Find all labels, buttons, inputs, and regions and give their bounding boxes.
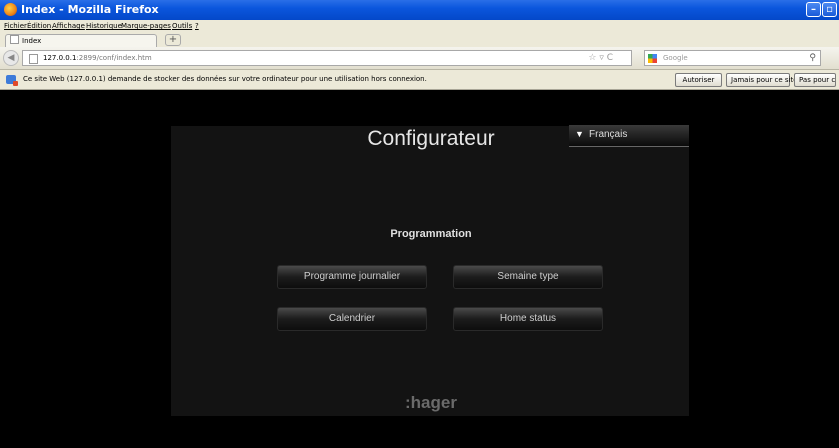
page-icon: [10, 35, 19, 44]
navigation-bar: ◀ 127.0.0.1:2899/conf/index.htm ☆ ▿ C Go…: [0, 47, 839, 70]
new-tab-button[interactable]: +: [165, 34, 181, 46]
section-title: Programmation: [390, 228, 472, 240]
tab-strip: Index +: [0, 32, 839, 47]
language-value: Français: [589, 129, 628, 140]
minimize-button[interactable]: –: [806, 2, 821, 17]
menu-historique[interactable]: Historique: [86, 22, 122, 30]
window-title: Index - Mozilla Firefox: [21, 3, 159, 16]
never-for-site-button[interactable]: Jamais pour ce site: [726, 73, 798, 87]
week-template-button[interactable]: Semaine type: [453, 265, 603, 289]
bookmark-star-icon[interactable]: ☆ ▿ C: [588, 51, 613, 65]
hager-logo: :hager: [405, 393, 457, 412]
notification-icon: [6, 75, 18, 86]
firefox-icon: [4, 3, 17, 16]
window-titlebar: Index - Mozilla Firefox – ▫: [0, 0, 839, 20]
language-select[interactable]: ▼ Français: [569, 125, 689, 147]
search-bar[interactable]: Google ⚲: [644, 50, 821, 66]
configurator-panel: [171, 126, 689, 416]
search-icon[interactable]: ⚲: [809, 51, 816, 65]
dropdown-arrow-icon: ▼: [575, 129, 584, 139]
site-identity-icon[interactable]: [29, 54, 38, 64]
daily-program-button[interactable]: Programme journalier: [277, 265, 427, 289]
notification-message: Ce site Web (127.0.0.1) demande de stock…: [23, 75, 427, 83]
google-icon[interactable]: [648, 54, 657, 63]
menu-bar: Fichier Édition Affichage Historique Mar…: [0, 20, 839, 32]
url-bar[interactable]: 127.0.0.1:2899/conf/index.htm ☆ ▿ C: [22, 50, 632, 66]
home-status-button[interactable]: Home status: [453, 307, 603, 331]
url-text: 127.0.0.1:2899/conf/index.htm: [43, 54, 152, 62]
tab-index[interactable]: Index: [5, 34, 157, 47]
menu-help[interactable]: ?: [195, 22, 199, 30]
menu-affichage[interactable]: Affichage: [52, 22, 85, 30]
menu-fichier[interactable]: Fichier: [4, 22, 27, 30]
allow-button[interactable]: Autoriser: [675, 73, 722, 87]
calendar-button[interactable]: Calendrier: [277, 307, 427, 331]
search-placeholder: Google: [663, 54, 688, 62]
menu-edition[interactable]: Édition: [27, 22, 51, 30]
menu-outils[interactable]: Outils: [172, 22, 192, 30]
offline-storage-notification: Ce site Web (127.0.0.1) demande de stock…: [0, 70, 839, 90]
not-now-button[interactable]: Pas pour cette fois: [794, 73, 836, 87]
tab-label: Index: [22, 37, 42, 45]
back-button[interactable]: ◀: [3, 50, 19, 66]
maximize-button[interactable]: ▫: [822, 2, 837, 17]
menu-marque-pages[interactable]: Marque-pages: [121, 22, 171, 30]
